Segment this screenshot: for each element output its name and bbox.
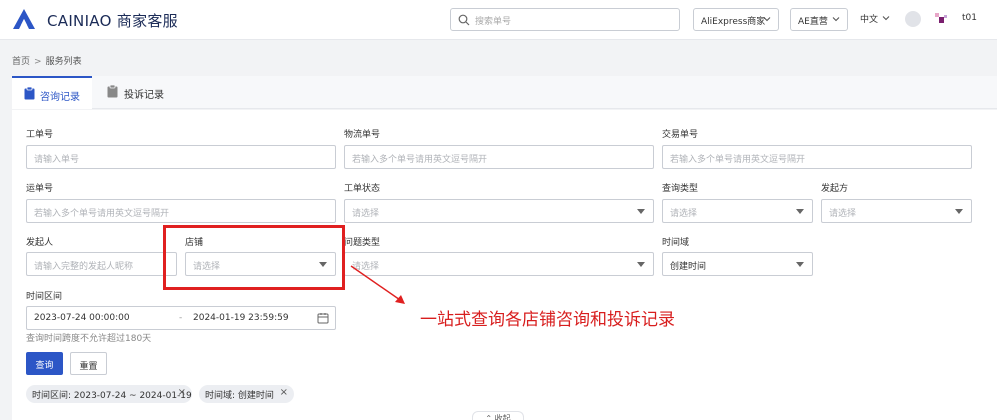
chevron-down-icon — [763, 17, 771, 22]
ticket-no-input[interactable]: 请输入单号 — [26, 145, 336, 169]
ticket-status-select[interactable]: 请选择 — [344, 199, 654, 223]
placeholder: 请选择 — [670, 209, 698, 219]
breadcrumb-current: 服务列表 — [45, 57, 82, 67]
placeholder: 若输入多个单号请用英文逗号隔开 — [670, 155, 806, 165]
search-placeholder: 搜索单号 — [475, 17, 512, 27]
caret-down-icon — [637, 262, 645, 267]
chip-label: 时间域: 创建时间 — [205, 391, 274, 401]
caret-down-icon — [796, 209, 804, 214]
tab-bar: 咨询记录 投诉记录 — [12, 76, 997, 109]
filter-chip-time-field: 时间域: 创建时间 × — [199, 385, 294, 403]
breadcrumb-separator-icon: > — [34, 57, 42, 67]
language-label: 中文 — [860, 15, 879, 25]
query-button-label: 查询 — [35, 361, 54, 371]
caret-down-icon — [796, 262, 804, 267]
range-separator: - — [179, 313, 183, 323]
trade-no-label: 交易单号 — [662, 130, 699, 140]
time-field-select[interactable]: 创建时间 — [662, 252, 813, 276]
mode-dropdown-label: AE直营 — [798, 17, 828, 27]
avatar[interactable] — [905, 11, 921, 27]
search-icon — [458, 14, 470, 26]
calendar-icon — [317, 313, 329, 324]
placeholder: 若输入多个单号请用英文逗号隔开 — [352, 155, 488, 165]
chip-label: 时间区间: 2023-07-24 ~ 2024-01-19 — [32, 391, 192, 401]
search-input[interactable]: 搜索单号 — [450, 8, 680, 31]
annotation-text: 一站式查询各店铺咨询和投诉记录 — [420, 310, 675, 330]
cainiao-logo-icon — [13, 9, 35, 29]
language-switch[interactable]: 中文 — [860, 12, 890, 25]
tab-consult-records[interactable]: 咨询记录 — [12, 76, 92, 109]
logistics-no-input[interactable]: 若输入多个单号请用英文逗号隔开 — [344, 145, 654, 169]
placeholder: 请选择 — [829, 209, 857, 219]
tab-label: 投诉记录 — [124, 90, 164, 101]
mode-dropdown[interactable]: AE直营 — [790, 8, 848, 31]
ticket-no-label: 工单号 — [26, 130, 54, 140]
tab-complaint-records[interactable]: 投诉记录 — [97, 76, 187, 109]
breadcrumb-home[interactable]: 首页 — [12, 57, 30, 67]
reset-button-label: 重置 — [79, 362, 98, 372]
waybill-no-label: 运单号 — [26, 184, 54, 194]
clipboard-icon — [24, 87, 35, 100]
query-button[interactable]: 查询 — [26, 352, 63, 375]
brand-title: CAINIAO 商家客服 — [47, 12, 178, 30]
filter-chip-time-range: 时间区间: 2023-07-24 ~ 2024-01-19 × — [26, 385, 192, 403]
time-field-label: 时间域 — [662, 238, 690, 248]
range-end: 2024-01-19 23:59:59 — [193, 313, 289, 323]
ticket-status-label: 工单状态 — [344, 184, 381, 194]
platform-dropdown-label: AliExpress商家 — [701, 17, 766, 27]
initiator-label: 发起人 — [26, 238, 54, 248]
document-icon — [107, 85, 118, 98]
annotation-arrow-icon — [350, 265, 405, 304]
waybill-no-input[interactable]: 若输入多个单号请用英文逗号隔开 — [26, 199, 336, 223]
chevron-up-icon: ⌃ — [485, 414, 493, 420]
reset-button[interactable]: 重置 — [70, 352, 107, 375]
time-range-hint: 查询时间跨度不允许超过180天 — [26, 334, 152, 344]
initiator-input[interactable]: 请输入完整的发起人昵称 — [26, 252, 177, 276]
caret-down-icon — [637, 209, 645, 214]
query-type-select[interactable]: 请选择 — [662, 199, 813, 223]
user-badge-icon — [935, 13, 957, 25]
query-type-label: 查询类型 — [662, 184, 699, 194]
initiator-side-label: 发起方 — [821, 184, 849, 194]
collapse-label: 收起 — [494, 414, 511, 420]
highlight-box — [163, 225, 345, 290]
logistics-no-label: 物流单号 — [344, 130, 381, 140]
placeholder: 若输入多个单号请用英文逗号隔开 — [34, 209, 170, 219]
chevron-down-icon — [832, 17, 840, 22]
tab-label: 咨询记录 — [40, 92, 80, 103]
top-bar: CAINIAO 商家客服 搜索单号 AliExpress商家 AE直营 中文 t… — [0, 0, 997, 40]
placeholder: 请选择 — [352, 209, 380, 219]
initiator-side-select[interactable]: 请选择 — [821, 199, 972, 223]
breadcrumb: 首页 > 服务列表 — [12, 54, 82, 67]
time-range-label: 时间区间 — [26, 292, 63, 302]
time-range-picker[interactable]: 2023-07-24 00:00:00 - 2024-01-19 23:59:5… — [26, 306, 336, 330]
placeholder: 请输入单号 — [34, 155, 80, 165]
issue-type-label: 问题类型 — [344, 238, 381, 248]
trade-no-input[interactable]: 若输入多个单号请用英文逗号隔开 — [662, 145, 972, 169]
caret-down-icon — [955, 209, 963, 214]
selected-value: 创建时间 — [670, 262, 707, 272]
username[interactable]: t01 — [962, 13, 977, 23]
range-start: 2023-07-24 00:00:00 — [34, 313, 130, 323]
platform-dropdown[interactable]: AliExpress商家 — [693, 8, 779, 31]
close-icon[interactable]: × — [178, 387, 186, 398]
collapse-toggle[interactable]: ⌃ 收起 — [472, 411, 524, 420]
close-icon[interactable]: × — [280, 387, 288, 398]
chevron-down-icon — [882, 16, 890, 21]
placeholder: 请输入完整的发起人昵称 — [34, 262, 134, 272]
